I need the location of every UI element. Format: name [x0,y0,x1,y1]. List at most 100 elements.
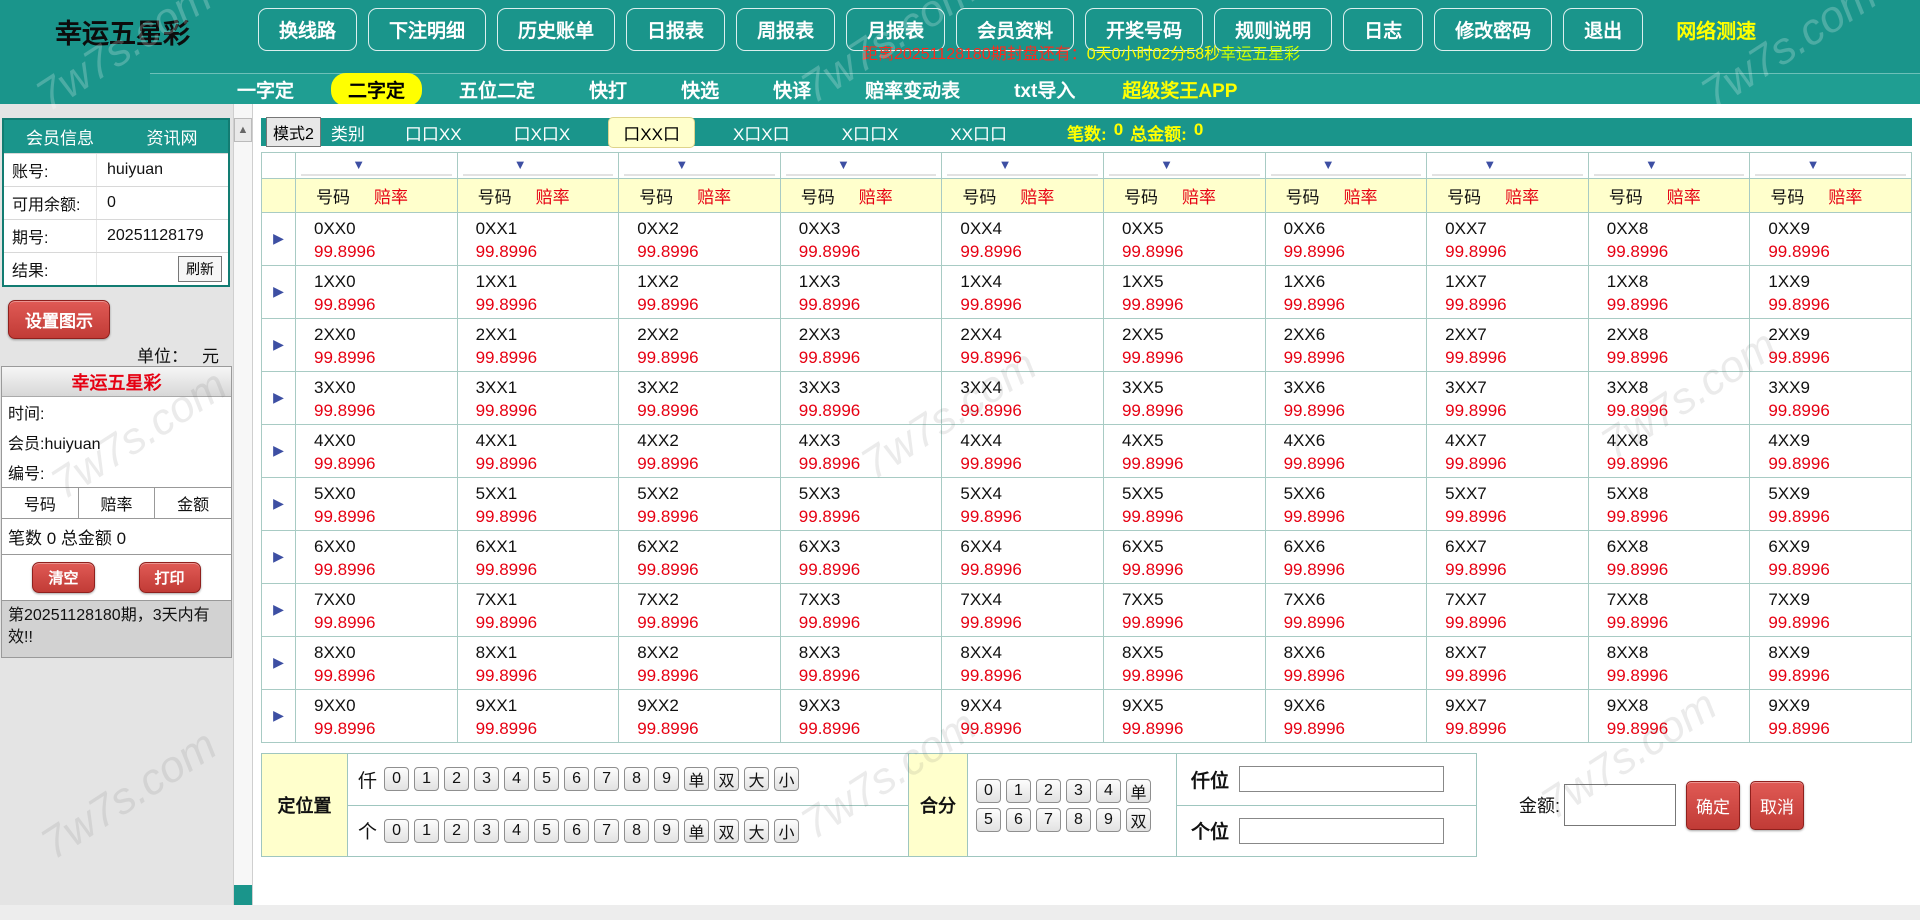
odds-cell[interactable]: 9XX499.8996 [942,690,1104,743]
mode-switch-button[interactable]: 模式2 [266,117,321,147]
digit-input[interactable] [1239,766,1444,792]
odds-cell[interactable]: 2XX099.8996 [296,319,458,372]
game-tab[interactable]: 五位二定 [432,76,562,103]
nav-button[interactable]: 日报表 [626,8,725,51]
odds-cell[interactable]: 4XX199.8996 [457,425,619,478]
odds-cell[interactable]: 4XX899.8996 [1588,425,1750,478]
combine-key-button[interactable]: 双 [1126,808,1151,832]
odds-cell[interactable]: 7XX299.8996 [619,584,781,637]
position-key-button[interactable]: 1 [414,767,439,791]
odds-cell[interactable]: 7XX999.8996 [1750,584,1912,637]
confirm-button[interactable]: 确定 [1686,781,1740,830]
odds-cell[interactable]: 3XX599.8996 [1103,372,1265,425]
odds-cell[interactable]: 1XX199.8996 [457,266,619,319]
odds-cell[interactable]: 7XX099.8996 [296,584,458,637]
odds-cell[interactable]: 0XX999.8996 [1750,213,1912,266]
odds-cell[interactable]: 7XX699.8996 [1265,584,1427,637]
row-expander-cell[interactable]: ▶ [262,319,296,372]
cancel-button[interactable]: 取消 [1750,781,1804,830]
nav-button[interactable]: 日志 [1343,8,1423,51]
odds-cell[interactable]: 1XX399.8996 [780,266,942,319]
odds-cell[interactable]: 9XX199.8996 [457,690,619,743]
odds-cell[interactable]: 8XX699.8996 [1265,637,1427,690]
odds-cell[interactable]: 9XX399.8996 [780,690,942,743]
odds-cell[interactable]: 7XX899.8996 [1588,584,1750,637]
odds-cell[interactable]: 9XX099.8996 [296,690,458,743]
position-key-button[interactable]: 3 [474,767,499,791]
odds-cell[interactable]: 0XX499.8996 [942,213,1104,266]
odds-cell[interactable]: 5XX199.8996 [457,478,619,531]
odds-cell[interactable]: 2XX799.8996 [1427,319,1589,372]
odds-cell[interactable]: 7XX499.8996 [942,584,1104,637]
game-tab[interactable]: txt导入 [987,76,1102,103]
odds-cell[interactable]: 2XX499.8996 [942,319,1104,372]
nav-button[interactable]: 换线路 [258,8,357,51]
tab-member-info[interactable]: 会员信息 [4,124,116,149]
odds-cell[interactable]: 9XX999.8996 [1750,690,1912,743]
odds-cell[interactable]: 9XX699.8996 [1265,690,1427,743]
combine-key-button[interactable]: 6 [1006,808,1031,832]
super-app-link[interactable]: 超级奖王APP [1122,76,1237,103]
odds-cell[interactable]: 6XX499.8996 [942,531,1104,584]
position-key-button[interactable]: 2 [444,767,469,791]
nav-button[interactable]: 退出 [1563,8,1643,51]
tab-news-site[interactable]: 资讯网 [116,124,228,149]
game-tab[interactable]: 一字定 [210,76,321,103]
odds-cell[interactable]: 7XX399.8996 [780,584,942,637]
odds-cell[interactable]: 2XX699.8996 [1265,319,1427,372]
odds-cell[interactable]: 5XX399.8996 [780,478,942,531]
combine-key-button[interactable]: 8 [1066,808,1091,832]
combine-key-button[interactable]: 0 [976,779,1001,803]
game-tab[interactable]: 快译 [746,76,838,103]
position-key-button[interactable]: 小 [774,819,799,843]
odds-cell[interactable]: 2XX199.8996 [457,319,619,372]
column-filter-select[interactable]: ▼ [947,156,1098,176]
collapse-up-button[interactable]: ▲ [234,118,252,142]
column-filter-select[interactable]: ▼ [624,156,775,176]
row-expander-cell[interactable]: ▶ [262,266,296,319]
odds-cell[interactable]: 6XX099.8996 [296,531,458,584]
position-key-button[interactable]: 4 [504,767,529,791]
nav-button[interactable]: 修改密码 [1434,8,1552,51]
position-key-button[interactable]: 8 [624,819,649,843]
position-key-button[interactable]: 4 [504,819,529,843]
combine-key-button[interactable]: 3 [1066,779,1091,803]
position-key-button[interactable]: 7 [594,767,619,791]
odds-cell[interactable]: 0XX899.8996 [1588,213,1750,266]
odds-cell[interactable]: 1XX099.8996 [296,266,458,319]
print-button[interactable]: 打印 [139,562,201,593]
pattern-mode[interactable]: X口口X [828,118,913,147]
odds-cell[interactable]: 2XX599.8996 [1103,319,1265,372]
collapse-bottom-button[interactable] [234,885,252,905]
position-key-button[interactable]: 7 [594,819,619,843]
combine-key-button[interactable]: 9 [1096,808,1121,832]
odds-cell[interactable]: 4XX699.8996 [1265,425,1427,478]
combine-key-button[interactable]: 单 [1126,779,1151,803]
column-filter-select[interactable]: ▼ [1755,156,1906,176]
odds-cell[interactable]: 6XX799.8996 [1427,531,1589,584]
odds-cell[interactable]: 1XX599.8996 [1103,266,1265,319]
odds-cell[interactable]: 6XX999.8996 [1750,531,1912,584]
odds-cell[interactable]: 6XX299.8996 [619,531,781,584]
position-key-button[interactable]: 0 [384,819,409,843]
odds-cell[interactable]: 3XX499.8996 [942,372,1104,425]
pattern-mode[interactable]: X口X口 [719,118,804,147]
odds-cell[interactable]: 3XX699.8996 [1265,372,1427,425]
odds-cell[interactable]: 2XX899.8996 [1588,319,1750,372]
position-key-button[interactable]: 9 [654,767,679,791]
odds-cell[interactable]: 8XX299.8996 [619,637,781,690]
odds-cell[interactable]: 3XX199.8996 [457,372,619,425]
combine-key-button[interactable]: 2 [1036,779,1061,803]
odds-cell[interactable]: 3XX399.8996 [780,372,942,425]
combine-key-button[interactable]: 1 [1006,779,1031,803]
odds-cell[interactable]: 7XX799.8996 [1427,584,1589,637]
odds-cell[interactable]: 6XX899.8996 [1588,531,1750,584]
game-tab[interactable]: 赔率变动表 [838,76,987,103]
odds-cell[interactable]: 1XX699.8996 [1265,266,1427,319]
odds-cell[interactable]: 2XX299.8996 [619,319,781,372]
odds-cell[interactable]: 5XX699.8996 [1265,478,1427,531]
odds-cell[interactable]: 9XX899.8996 [1588,690,1750,743]
combine-key-button[interactable]: 5 [976,808,1001,832]
odds-cell[interactable]: 5XX099.8996 [296,478,458,531]
odds-cell[interactable]: 1XX899.8996 [1588,266,1750,319]
